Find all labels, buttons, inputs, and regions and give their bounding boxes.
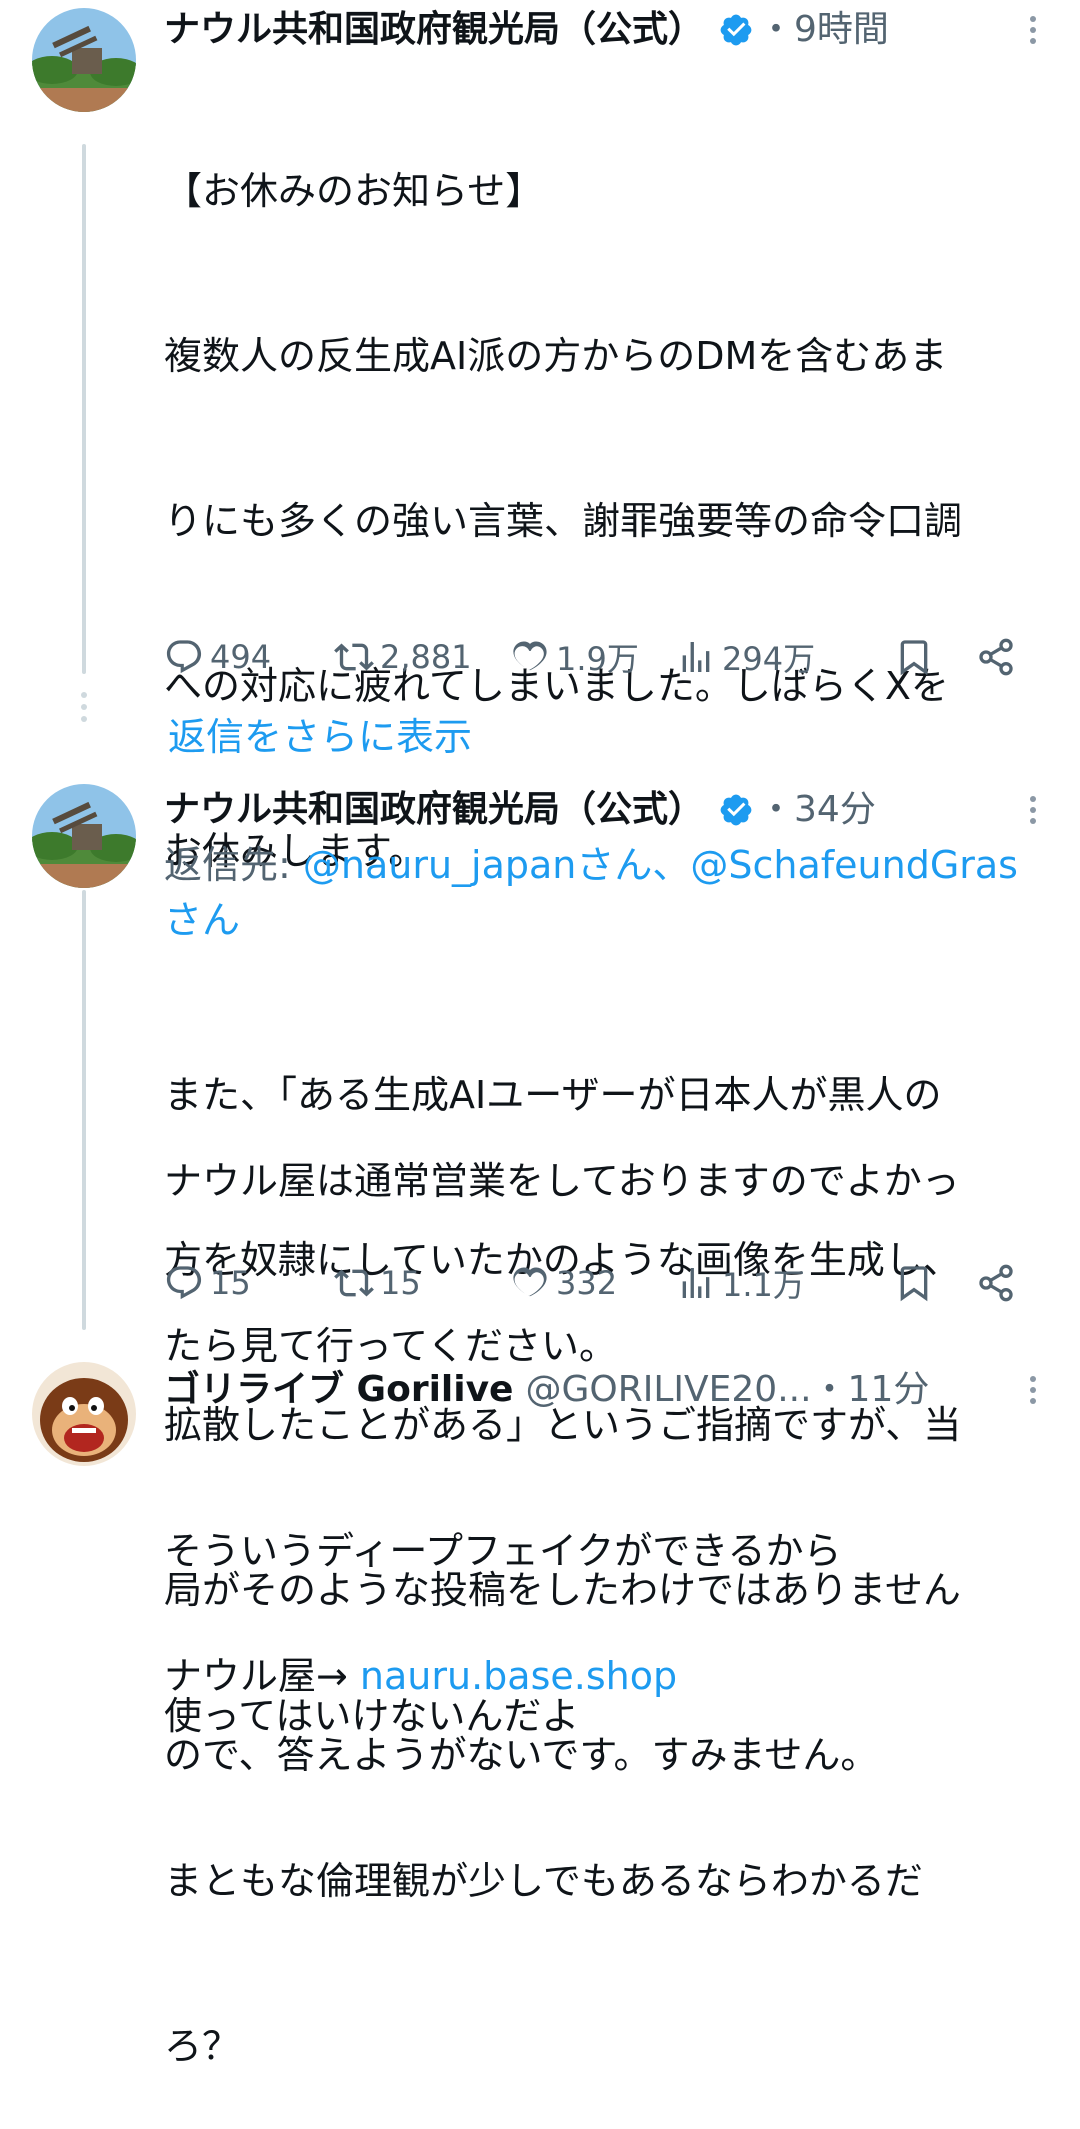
tweet-line: りにも多くの強い言葉、謝罪強要等の命令口調 <box>164 499 963 543</box>
tweet-header: ナウル共和国政府観光局（公式） ・9時間 <box>164 6 1040 54</box>
reply-count: 15 <box>210 1264 251 1302</box>
avatar[interactable] <box>32 8 136 112</box>
views-button[interactable]: 1.1万 <box>676 1258 805 1308</box>
reply-to-line: 返信先: @nauru_japanさん、@SchafeundGras <box>164 838 1040 893</box>
reply-button[interactable]: 15 <box>164 1258 251 1308</box>
display-name[interactable]: ナウル共和国政府観光局（公式） <box>164 786 704 834</box>
reply-to-label: 返信先: <box>164 843 303 887</box>
share-icon <box>979 638 1013 676</box>
tweet-header: ナウル共和国政府観光局（公式） ・34分 <box>164 786 1040 834</box>
like-count: 1.9万 <box>556 640 639 678</box>
tweet-line: そういうディープフェイクができるから <box>164 1529 842 1573</box>
bookmark-icon <box>900 1266 928 1302</box>
display-name[interactable]: ゴリライブ Gorilive <box>164 1366 513 1414</box>
share-button[interactable] <box>976 1258 1016 1308</box>
like-button[interactable]: 332 <box>510 1258 617 1308</box>
handle[interactable]: @GORILIVE20... <box>525 1366 811 1414</box>
more-options-icon[interactable] <box>1030 1376 1036 1404</box>
timestamp[interactable]: ・9時間 <box>758 6 889 54</box>
views-button[interactable]: 294万 <box>676 632 815 682</box>
heart-icon <box>513 641 547 671</box>
thread-dots <box>80 692 88 728</box>
views-icon <box>682 1268 710 1298</box>
share-icon <box>979 1264 1013 1302</box>
tweet-actions: 15 15 332 1.1万 <box>164 1258 1040 1308</box>
timestamp[interactable]: ・34分 <box>758 786 876 834</box>
tweet-header: ゴリライブ Gorilive @GORILIVE20... ・11分 <box>164 1366 1040 1414</box>
views-count: 294万 <box>722 640 816 678</box>
verified-badge-icon <box>718 12 754 48</box>
tweet-text: そういうディープフェイクができるから 使ってはいけないんだよ まともな倫理観が少… <box>164 1414 1040 2129</box>
reply-icon <box>166 1266 202 1300</box>
tweet-line: 複数人の反生成AI派の方からのDMを含むあま <box>164 334 948 378</box>
avatar[interactable] <box>32 784 136 888</box>
thread-line-1 <box>82 144 86 674</box>
tweet-actions: 494 2,881 1.9万 294万 <box>164 632 1040 682</box>
bookmark-button[interactable] <box>894 1258 934 1308</box>
more-options-icon[interactable] <box>1030 796 1036 824</box>
bookmark-icon <box>900 640 928 676</box>
thread-line-2 <box>82 890 86 1330</box>
retweet-count: 2,881 <box>380 638 472 676</box>
avatar[interactable] <box>32 1362 136 1466</box>
share-button[interactable] <box>976 632 1016 682</box>
display-name[interactable]: ナウル共和国政府観光局（公式） <box>164 6 704 54</box>
tweet-line: ろ？ <box>164 2024 241 2068</box>
views-icon <box>682 642 710 672</box>
reply-mentions-suffix[interactable]: さん <box>164 893 1040 948</box>
reply-icon <box>166 640 202 674</box>
reply-mentions[interactable]: @nauru_japanさん、@SchafeundGras <box>303 843 1018 887</box>
timestamp[interactable]: ・11分 <box>812 1366 930 1414</box>
retweet-icon <box>334 1269 374 1297</box>
like-button[interactable]: 1.9万 <box>510 632 639 682</box>
retweet-icon <box>334 643 374 671</box>
show-more-replies-link[interactable]: 返信をさらに表示 <box>168 712 472 762</box>
more-options-icon[interactable] <box>1030 16 1036 44</box>
retweet-button[interactable]: 2,881 <box>334 632 472 682</box>
tweet-line: 使ってはいけないんだよ <box>164 1694 580 1738</box>
tweet-line: 【お休みのお知らせ】 <box>164 169 544 213</box>
reply-button[interactable]: 494 <box>164 632 271 682</box>
retweet-count: 15 <box>380 1264 421 1302</box>
views-count: 1.1万 <box>722 1266 805 1304</box>
tweet-line: また、「ある生成AIユーザーが日本人が黒人の <box>164 1073 942 1117</box>
tweet-line: まともな倫理観が少しでもあるならわかるだ <box>164 1859 923 1903</box>
verified-badge-icon <box>718 792 754 828</box>
heart-icon <box>513 1267 547 1297</box>
bookmark-button[interactable] <box>894 632 934 682</box>
reply-to: 返信先: @nauru_japanさん、@SchafeundGras さん <box>164 838 1040 948</box>
reply-count: 494 <box>210 638 272 676</box>
like-count: 332 <box>556 1264 618 1302</box>
retweet-button[interactable]: 15 <box>334 1258 421 1308</box>
